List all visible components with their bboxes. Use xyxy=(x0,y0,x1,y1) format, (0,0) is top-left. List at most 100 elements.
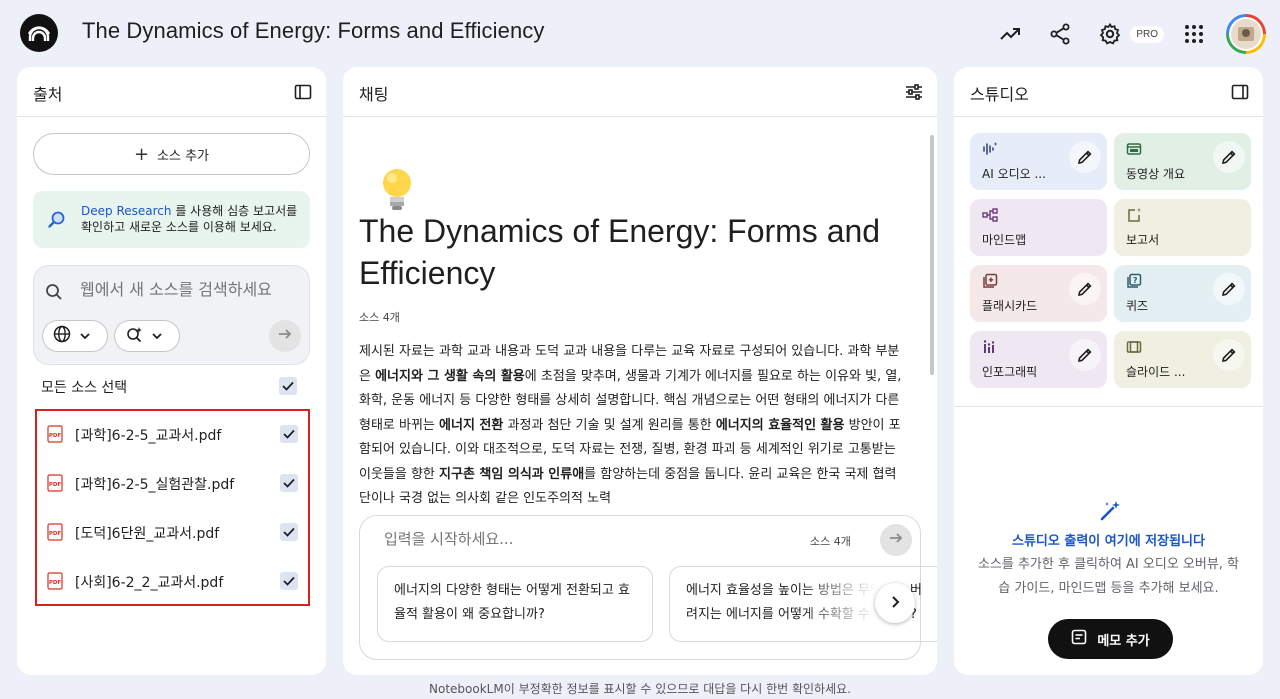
source-checkbox[interactable] xyxy=(280,425,298,443)
studio-tile-quiz[interactable]: ? 퀴즈 xyxy=(1114,265,1251,322)
plus-icon: + xyxy=(133,143,150,165)
research-mode-dropdown[interactable] xyxy=(114,320,180,352)
source-item[interactable]: PDF [사회]6-2_2_교과서.pdf xyxy=(37,558,308,607)
next-suggestions-button[interactable] xyxy=(875,583,915,623)
video-icon xyxy=(1126,141,1142,161)
avatar-image-icon xyxy=(1229,17,1263,51)
select-all-label: 모든 소스 선택 xyxy=(41,380,128,396)
infographic-icon xyxy=(982,339,998,359)
source-item[interactable]: PDF [과학]6-2-5_교과서.pdf xyxy=(37,411,308,460)
globe-icon xyxy=(53,325,71,347)
source-list: PDF [과학]6-2-5_교과서.pdf PDF [과학]6-2-5_실험관찰… xyxy=(35,409,310,606)
deep-research-link[interactable]: Deep Research xyxy=(81,204,171,218)
studio-title: 스튜디오 xyxy=(970,85,1029,104)
chevron-right-icon xyxy=(888,594,902,613)
apps-grid-icon[interactable] xyxy=(1174,14,1214,54)
web-search-input[interactable] xyxy=(80,280,290,299)
source-file-name: [과학]6-2-5_실험관찰.pdf xyxy=(75,477,235,493)
studio-tile-audio-wave[interactable]: AI 오디오 ... xyxy=(970,133,1107,190)
notebooklm-logo-icon[interactable] xyxy=(20,14,58,52)
web-source-type-dropdown[interactable] xyxy=(42,320,108,352)
svg-text:?: ? xyxy=(1133,276,1138,285)
add-note-button[interactable]: 메모 추가 xyxy=(1048,619,1173,659)
studio-header: 스튜디오 xyxy=(954,67,1263,117)
chat-scrollbar[interactable] xyxy=(930,135,934,375)
pdf-icon: PDF xyxy=(47,474,63,496)
chat-input[interactable] xyxy=(384,530,764,548)
source-file-name: [과학]6-2-5_교과서.pdf xyxy=(75,428,222,444)
source-file-name: [사회]6-2_2_교과서.pdf xyxy=(75,575,224,591)
arrow-right-icon xyxy=(277,326,293,346)
source-item[interactable]: PDF [과학]6-2-5_실험관찰.pdf xyxy=(37,460,308,509)
studio-tile-flashcard[interactable]: 플래시카드 xyxy=(970,265,1107,322)
studio-tile-slides[interactable]: 슬라이드 ... xyxy=(1114,331,1251,388)
studio-tile-mindmap[interactable]: 마인드맵 xyxy=(970,199,1107,256)
quiz-icon: ? xyxy=(1126,273,1142,293)
edit-pencil-icon[interactable] xyxy=(1069,339,1101,371)
search-icon xyxy=(44,282,64,306)
flashcard-icon xyxy=(982,273,998,293)
select-all-checkbox[interactable] xyxy=(279,377,297,395)
collapse-panel-icon[interactable] xyxy=(290,79,316,105)
notebook-summary: 제시된 자료는 과학 교과 내용과 도덕 교과 내용을 다루는 교육 자료로 구… xyxy=(359,340,905,512)
edit-pencil-icon[interactable] xyxy=(1213,339,1245,371)
svg-text:PDF: PDF xyxy=(49,433,62,439)
audio-wave-icon xyxy=(982,141,998,161)
studio-tile-infographic[interactable]: 인포그래픽 xyxy=(970,331,1107,388)
edit-pencil-icon[interactable] xyxy=(1213,273,1245,305)
source-file-name: [도덕]6단원_교과서.pdf xyxy=(75,526,220,542)
notebook-heading: The Dynamics of Energy: Forms and Effici… xyxy=(359,213,881,291)
sparkle-search-icon xyxy=(125,325,143,347)
deep-research-search-icon xyxy=(47,210,67,234)
web-source-search xyxy=(33,265,310,365)
edit-pencil-icon[interactable] xyxy=(1213,141,1245,173)
search-submit-button[interactable] xyxy=(269,320,301,352)
sources-header: 출처 xyxy=(17,67,326,117)
source-item[interactable]: PDF [도덕]6단원_교과서.pdf xyxy=(37,509,308,558)
source-checkbox[interactable] xyxy=(280,523,298,541)
suggested-question[interactable]: 에너지의 다양한 형태는 어떻게 전환되고 효율적 활용이 왜 중요합니까? xyxy=(377,566,653,642)
edit-pencil-icon[interactable] xyxy=(1069,273,1101,305)
studio-empty-title: 스튜디오 출력이 여기에 저장됩니다 xyxy=(1012,534,1205,549)
summary-highlight: 지구촌 책임 의식과 인류애 xyxy=(439,466,585,482)
disclaimer-footer: NotebookLM이 부정확한 정보를 표시할 수 있으므로 대답을 다시 한… xyxy=(429,682,851,696)
send-button[interactable] xyxy=(880,524,912,556)
studio-tile-report[interactable]: 보고서 xyxy=(1114,199,1251,256)
svg-text:PDF: PDF xyxy=(49,580,62,586)
chevron-down-icon xyxy=(79,327,91,346)
chat-settings-tune-icon[interactable] xyxy=(901,79,927,105)
share-icon[interactable] xyxy=(1040,14,1080,54)
deep-research-text: Deep Research 를 사용해 심층 보고서를 확인하고 새로운 소스를… xyxy=(81,203,303,235)
slides-icon xyxy=(1126,339,1142,359)
studio-tile-label: 슬라이드 ... xyxy=(1126,365,1186,379)
studio-tile-label: 마인드맵 xyxy=(982,233,1027,247)
settings-gear-icon[interactable] xyxy=(1090,14,1130,54)
studio-tile-label: 인포그래픽 xyxy=(982,365,1038,379)
source-checkbox[interactable] xyxy=(280,474,298,492)
notebook-title[interactable]: The Dynamics of Energy: Forms and Effici… xyxy=(82,18,545,44)
edit-pencil-icon[interactable] xyxy=(1069,141,1101,173)
chat-header: 채팅 xyxy=(343,67,937,117)
chevron-down-icon xyxy=(151,327,163,346)
studio-panel: 스튜디오 AI 오디오 ... 동영상 개요마인드맵 보고서플래시카드? 퀴즈인포그래… xyxy=(954,67,1263,675)
studio-divider xyxy=(954,406,1263,407)
summary-highlight: 에너지의 효율적인 활용 xyxy=(715,417,845,433)
studio-tile-label: 보고서 xyxy=(1126,233,1160,247)
studio-tile-video[interactable]: 동영상 개요 xyxy=(1114,133,1251,190)
user-avatar[interactable] xyxy=(1226,14,1266,54)
report-icon xyxy=(1126,207,1142,227)
pdf-icon: PDF xyxy=(47,523,63,545)
sources-title: 출처 xyxy=(33,85,63,104)
arrow-right-icon xyxy=(888,530,904,550)
pdf-icon: PDF xyxy=(47,572,63,594)
chat-panel: 채팅 The Dynamics of Energy: Forms and Eff… xyxy=(343,67,937,675)
note-icon xyxy=(1071,629,1087,649)
deep-research-banner[interactable]: Deep Research 를 사용해 심층 보고서를 확인하고 새로운 소스를… xyxy=(33,191,310,248)
sources-panel: 출처 + 소스 추가 Deep Research 를 사용해 심층 보고서를 확… xyxy=(17,67,326,675)
svg-text:PDF: PDF xyxy=(49,482,62,488)
summary-highlight: 에너지와 그 생활 속의 활용 xyxy=(375,368,525,384)
analytics-icon[interactable] xyxy=(990,14,1030,54)
collapse-panel-icon[interactable] xyxy=(1227,79,1253,105)
add-source-button[interactable]: + 소스 추가 xyxy=(33,133,310,175)
source-checkbox[interactable] xyxy=(280,572,298,590)
